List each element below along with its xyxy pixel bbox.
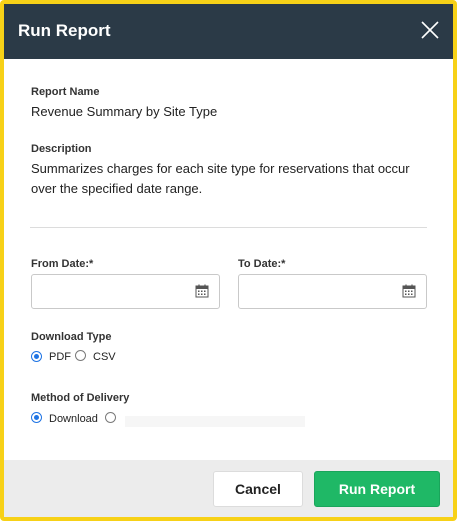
report-name-label: Report Name: [31, 86, 100, 98]
redacted-option-label: [125, 416, 305, 427]
download-type-label: Download Type: [31, 331, 112, 343]
report-name-value: Revenue Summary by Site Type: [31, 104, 218, 119]
description-value: Summarizes charges for each site type fo…: [31, 161, 410, 196]
description-label: Description: [31, 143, 92, 155]
radio-pdf-label[interactable]: PDF: [49, 351, 71, 363]
dialog-footer: Cancel Run Report: [4, 460, 453, 517]
radio-delivery-other[interactable]: [105, 412, 116, 423]
calendar-icon[interactable]: [402, 284, 416, 298]
radio-download[interactable]: [31, 412, 42, 423]
run-report-button[interactable]: Run Report: [314, 471, 440, 507]
to-date-input[interactable]: [239, 275, 399, 308]
dialog-title: Run Report: [18, 21, 111, 40]
calendar-icon[interactable]: [195, 284, 209, 298]
to-date-label: To Date:*: [238, 258, 286, 270]
radio-csv[interactable]: [75, 350, 86, 361]
from-date-label: From Date:*: [31, 258, 94, 270]
from-date-input[interactable]: [32, 275, 192, 308]
radio-download-label[interactable]: Download: [49, 413, 98, 425]
dialog-header: Run Report: [4, 4, 453, 59]
close-icon[interactable]: [420, 20, 440, 40]
radio-csv-label[interactable]: CSV: [93, 351, 116, 363]
divider: [30, 227, 427, 228]
delivery-method-label: Method of Delivery: [31, 392, 130, 404]
radio-pdf[interactable]: [31, 351, 42, 362]
run-report-dialog: Run Report Report Name Revenue Summary b…: [0, 0, 457, 521]
cancel-button[interactable]: Cancel: [213, 471, 303, 507]
from-date-field[interactable]: [31, 274, 220, 309]
to-date-field[interactable]: [238, 274, 427, 309]
